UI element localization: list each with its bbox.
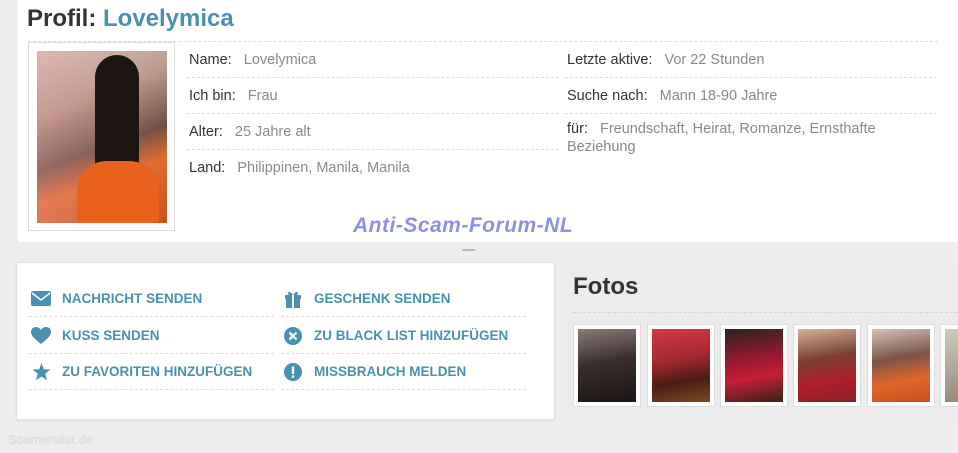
field-value: 25 Jahre alt [234,124,311,140]
star-icon [31,362,51,382]
report-abuse-label: MISSBRAUCH MELDEN [314,364,467,379]
field-label: Land: [189,160,226,176]
field-label: Ich bin: [189,88,236,104]
field-label: Letzte aktive: [567,52,653,68]
add-blacklist-label: ZU BLACK LIST HINZUFÜGEN [314,328,509,343]
profile-name: Lovelymica [103,5,234,32]
photos-divider [573,312,958,313]
field-age: Alter: 25 Jahre alt [187,114,559,150]
field-value: Philippinen, Manila, Manila [237,160,410,176]
send-message-label: NACHRICHT SENDEN [62,291,203,306]
actions-card: NACHRICHT SENDEN KUSS SENDEN ZU FAVORITE… [16,262,555,420]
add-favorites-label: ZU FAVORITEN HINZUFÜGEN [62,364,253,379]
exclamation-circle-icon [283,362,303,382]
close-circle-icon [283,326,303,346]
field-value: Freundschaft, Heirat, Romanze, Ernsthaft… [567,121,876,155]
send-message-button[interactable]: NACHRICHT SENDEN [29,281,274,317]
page-title: Profil: Lovelymica [27,5,234,33]
field-label: Name: [189,52,232,68]
field-label: Alter: [189,124,223,140]
photos-panel: Fotos [563,263,958,428]
send-kiss-label: KUSS SENDEN [62,328,160,343]
site-watermark: Scamerslist.de [8,432,94,447]
field-looking-for: Suche nach: Mann 18-90 Jahre [565,78,937,114]
field-label: für: [567,121,588,137]
add-blacklist-button[interactable]: ZU BLACK LIST HINZUFÜGEN [281,318,526,354]
field-value: Frau [247,88,278,104]
field-gender: Ich bin: Frau [187,78,559,114]
collapse-handle[interactable] [462,249,475,251]
field-value: Vor 22 Stunden [664,52,765,68]
field-label: Suche nach: [567,88,648,104]
send-gift-button[interactable]: GESCHENK SENDEN [281,281,526,317]
field-value: Lovelymica [243,52,317,68]
photo-thumbnail[interactable] [867,324,935,407]
field-relationship: für: Freundschaft, Heirat, Romanze, Erns… [565,114,937,160]
field-last-active: Letzte aktive: Vor 22 Stunden [565,42,937,78]
send-kiss-button[interactable]: KUSS SENDEN [29,318,274,354]
title-prefix: Profil: [27,5,97,32]
field-value: Mann 18-90 Jahre [659,88,778,104]
photo-thumbnail[interactable] [720,324,788,407]
gift-icon [283,289,303,309]
profile-card: Profil: Lovelymica Name: Lovelymica Ich … [18,0,958,242]
heart-icon [31,326,51,346]
field-country: Land: Philippinen, Manila, Manila [187,150,559,186]
report-abuse-button[interactable]: MISSBRAUCH MELDEN [281,354,526,390]
photos-title: Fotos [573,273,639,300]
envelope-icon [31,289,51,309]
photo-thumbnail[interactable] [940,324,958,407]
send-gift-label: GESCHENK SENDEN [314,291,451,306]
photo-thumbnail[interactable] [573,324,641,407]
profile-photo-frame[interactable] [28,42,175,231]
add-favorites-button[interactable]: ZU FAVORITEN HINZUFÜGEN [29,354,274,390]
watermark-text: Anti-Scam-Forum-NL [353,214,574,237]
photo-thumbnail[interactable] [647,324,715,407]
profile-photo[interactable] [37,51,167,223]
field-name: Name: Lovelymica [187,42,559,78]
photo-thumbnail[interactable] [793,324,861,407]
